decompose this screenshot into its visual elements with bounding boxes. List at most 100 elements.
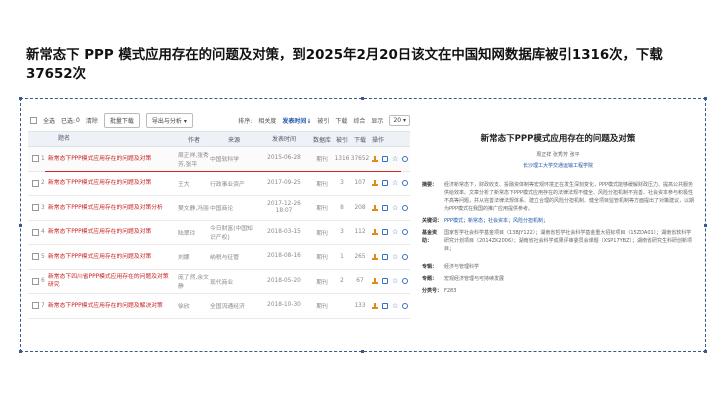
row-source[interactable]: 全国流通经济 xyxy=(210,301,258,310)
row-cited[interactable]: 2 xyxy=(334,278,350,284)
row-author[interactable]: 樊文静,冯丽 xyxy=(178,203,210,212)
row-title-link[interactable]: 新常态下PPP模式应用存在的问题及解决对策 xyxy=(48,302,178,310)
article-institution[interactable]: 长沙理工大学交通运输工程学院 xyxy=(418,162,698,169)
read-icon[interactable] xyxy=(382,229,388,236)
download-icon[interactable] xyxy=(372,229,378,236)
row-cited[interactable]: 3 xyxy=(334,229,350,235)
row-title-link[interactable]: 新常态下四川省PPP模式应用存在的问题及对策研究 xyxy=(48,273,178,289)
star-icon[interactable]: ☆ xyxy=(392,302,398,309)
read-icon[interactable] xyxy=(382,204,388,211)
download-icon[interactable] xyxy=(372,302,378,309)
row-source[interactable]: 中国商论 xyxy=(210,203,258,212)
row-title-link[interactable]: 新常态下PPP模式应用存在的问题及对策分析 xyxy=(48,204,178,212)
row-source[interactable]: 行政事业资产 xyxy=(210,179,258,188)
row-author[interactable]: 周正祥,张秀芳,张平 xyxy=(178,150,210,168)
column-text: 经济与管理科学 xyxy=(444,264,480,270)
row-checkbox[interactable] xyxy=(32,179,39,187)
row-source[interactable]: 今日财富(中国知识产权) xyxy=(210,223,258,241)
quote-icon[interactable] xyxy=(402,204,409,211)
table-row[interactable]: 2 新常态下PPP模式应用存在的问题及对策 王大 行政事业资产 2017-09-… xyxy=(28,172,410,196)
class-label: 分类号： xyxy=(422,288,443,294)
class-field: 分类号： F283 xyxy=(418,287,698,295)
selected-count: 0 xyxy=(76,116,80,124)
article-title: 新常态下PPP模式应用存在的问题及对策 xyxy=(480,134,636,144)
row-checkbox[interactable] xyxy=(32,253,39,261)
col-date[interactable]: 发表时间 xyxy=(258,136,310,143)
subject-label: 专题： xyxy=(422,276,438,282)
row-source[interactable]: 现代商业 xyxy=(210,277,258,286)
sort-relevance[interactable]: 相关度 xyxy=(258,116,276,125)
row-title-link[interactable]: 新常态下PPP模式应用存在的问题及对策 xyxy=(48,179,178,187)
download-icon[interactable] xyxy=(372,155,378,162)
sort-date[interactable]: 发表时间↓ xyxy=(282,116,311,125)
row-author[interactable]: 庞了然,余文静 xyxy=(178,272,210,290)
row-cited[interactable]: 1316 xyxy=(334,156,350,162)
quote-icon[interactable] xyxy=(402,180,409,187)
select-all-label[interactable]: 全选 xyxy=(43,116,55,125)
quote-icon[interactable] xyxy=(402,155,409,162)
star-icon[interactable]: ☆ xyxy=(392,180,398,187)
download-icon[interactable] xyxy=(372,180,378,187)
table-row[interactable]: 4 新常态下PPP模式应用存在的问题及对策 陆翠玲 今日财富(中国知识产权) 2… xyxy=(28,221,410,245)
row-title-link[interactable]: 新常态下PPP模式应用存在的问题及对策 xyxy=(48,155,178,163)
row-downloads: 37652 xyxy=(350,155,370,162)
row-checkbox[interactable] xyxy=(32,302,39,310)
read-icon[interactable] xyxy=(382,302,388,309)
clear-link[interactable]: 清除 xyxy=(86,116,98,125)
col-title[interactable]: 题名 xyxy=(48,135,178,143)
batch-download-button[interactable]: 批量下载 xyxy=(103,112,140,128)
row-cited[interactable]: 3 xyxy=(334,180,350,186)
star-icon[interactable]: ☆ xyxy=(392,278,398,285)
row-date: 2018-10-30 xyxy=(267,302,301,309)
row-checkbox[interactable] xyxy=(32,155,39,163)
col-downloads[interactable]: 下载 xyxy=(350,135,370,144)
article-authors[interactable]: 周正祥 张秀芳 张平 xyxy=(418,151,698,158)
row-database: 期刊 xyxy=(316,206,328,213)
keywords-text[interactable]: PPP模式；新常态；社会资本；风险分担机制； xyxy=(444,217,694,225)
sort-cited[interactable]: 被引 xyxy=(317,116,329,125)
row-title-link[interactable]: 新常态下PPP模式应用存在的问题及对策 xyxy=(48,253,178,261)
col-author[interactable]: 作者 xyxy=(178,135,210,144)
star-icon[interactable]: ☆ xyxy=(392,155,398,162)
quote-icon[interactable] xyxy=(402,229,409,236)
star-icon[interactable]: ☆ xyxy=(392,253,398,260)
col-cited[interactable]: 被引 xyxy=(334,135,350,144)
row-title-link[interactable]: 新常态下PPP模式应用存在的问题及对策 xyxy=(48,228,178,236)
table-row[interactable]: 7 新常态下PPP模式应用存在的问题及解决对策 徐欣 全国流通经济 2018-1… xyxy=(28,294,410,319)
row-checkbox[interactable] xyxy=(32,204,39,212)
table-row[interactable]: 6 新常态下四川省PPP模式应用存在的问题及对策研究 庞了然,余文静 现代商业 … xyxy=(28,270,410,294)
row-checkbox[interactable] xyxy=(32,277,39,285)
read-icon[interactable] xyxy=(382,253,388,260)
read-icon[interactable] xyxy=(382,278,388,285)
export-analysis-button[interactable]: 导出与分析 ▾ xyxy=(145,112,193,128)
table-row[interactable]: 1 新常态下PPP模式应用存在的问题及对策 周正祥,张秀芳,张平 中国软科学 2… xyxy=(28,147,410,172)
row-source[interactable]: 中国软科学 xyxy=(210,154,258,163)
row-author[interactable]: 王大 xyxy=(178,179,210,188)
col-database[interactable]: 数据库 xyxy=(310,135,334,144)
select-all-checkbox[interactable] xyxy=(30,116,37,124)
star-icon[interactable]: ☆ xyxy=(392,229,398,236)
sort-download[interactable]: 下载 xyxy=(335,116,347,125)
row-downloads: 107 xyxy=(354,180,366,187)
row-author[interactable]: 陆翠玲 xyxy=(178,228,210,237)
download-icon[interactable] xyxy=(372,278,378,285)
row-checkbox[interactable] xyxy=(32,228,39,236)
col-source[interactable]: 来源 xyxy=(210,135,258,144)
table-row[interactable]: 3 新常态下PPP模式应用存在的问题及对策分析 樊文静,冯丽 中国商论 2017… xyxy=(28,196,410,221)
sort-comprehensive[interactable]: 综合 xyxy=(353,116,365,125)
read-icon[interactable] xyxy=(382,155,388,162)
star-icon[interactable]: ☆ xyxy=(392,204,398,211)
display-count-select[interactable]: 20 ▾ xyxy=(389,114,410,126)
quote-icon[interactable] xyxy=(402,253,409,260)
row-author[interactable]: 徐欣 xyxy=(178,301,210,310)
quote-icon[interactable] xyxy=(402,278,409,285)
table-row[interactable]: 5 新常态下PPP模式应用存在的问题及对策 刘娜 纳税与征管 2018-08-1… xyxy=(28,245,410,270)
quote-icon[interactable] xyxy=(402,302,409,309)
row-author[interactable]: 刘娜 xyxy=(178,252,210,261)
read-icon[interactable] xyxy=(382,180,388,187)
download-icon[interactable] xyxy=(372,204,378,211)
row-cited[interactable]: 8 xyxy=(334,205,350,211)
row-source[interactable]: 纳税与征管 xyxy=(210,252,258,261)
download-icon[interactable] xyxy=(372,253,378,260)
row-cited[interactable]: 1 xyxy=(334,254,350,260)
